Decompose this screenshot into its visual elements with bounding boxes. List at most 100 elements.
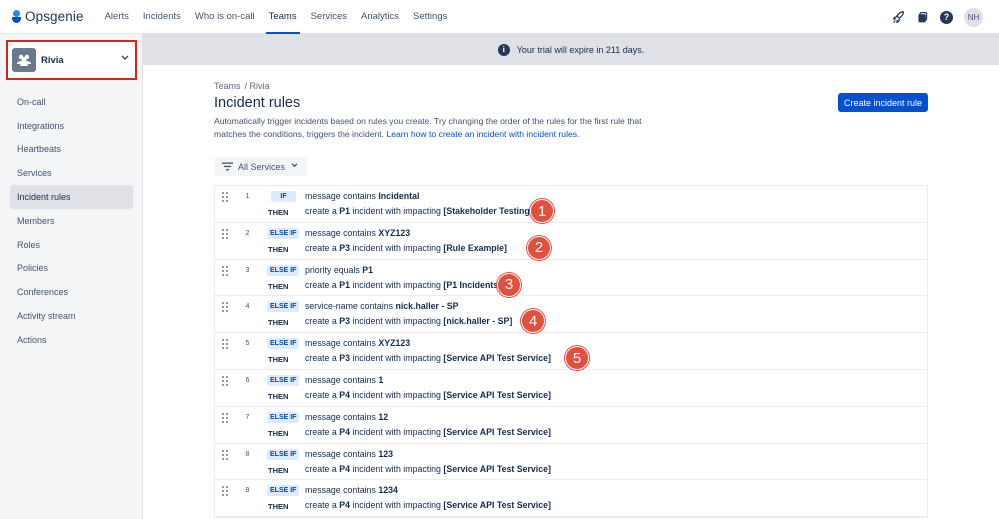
trial-banner: i Your trial will expire in 211 days. bbox=[143, 34, 999, 65]
rule-service: [Service API Test Service] bbox=[443, 426, 551, 437]
rule-action: create a P1 incident with impacting [P1 … bbox=[305, 280, 501, 290]
page-description: Automatically trigger incidents based on… bbox=[214, 115, 674, 140]
rule-row[interactable]: 2 ELSE IF THEN message contains XYZ123 creat… bbox=[215, 223, 927, 260]
rocket-icon[interactable] bbox=[892, 10, 905, 24]
rule-action-mid: incident with impacting bbox=[350, 353, 444, 364]
rule-condition: message contains 1234 bbox=[305, 485, 398, 495]
annotation-marker: 2 bbox=[527, 235, 551, 260]
rule-order-number: 5 bbox=[245, 340, 250, 348]
drag-handle-icon[interactable] bbox=[222, 412, 228, 423]
rule-priority: P3 bbox=[339, 242, 350, 253]
annotation-marker: 5 bbox=[565, 346, 589, 371]
nav-analytics[interactable]: Analytics bbox=[354, 0, 406, 34]
rule-condition: priority equals P1 bbox=[305, 265, 373, 275]
rule-condition: service-name contains nick.haller - SP bbox=[305, 301, 459, 311]
nav-incidents[interactable]: Incidents bbox=[136, 0, 188, 34]
sidebar-item-activity-stream[interactable]: Activity stream bbox=[10, 304, 133, 328]
rule-row[interactable]: 5 ELSE IF THEN message contains XYZ123 creat… bbox=[215, 333, 927, 371]
create-incident-rule-button[interactable]: Create incident rule bbox=[838, 93, 928, 112]
sidebar-item-on-call[interactable]: On-call bbox=[10, 90, 133, 114]
nav-settings[interactable]: Settings bbox=[406, 0, 454, 34]
sidebar-item-policies[interactable]: Policies bbox=[10, 257, 133, 281]
sidebar-item-integrations[interactable]: Integrations bbox=[10, 114, 133, 138]
rule-then-label: THEN bbox=[268, 355, 289, 365]
user-avatar[interactable]: NH bbox=[964, 7, 983, 27]
rule-order-number: 7 bbox=[245, 413, 250, 421]
learn-more-link[interactable]: Learn how to create an incident with inc… bbox=[386, 129, 579, 139]
drag-handle-icon[interactable] bbox=[222, 302, 228, 313]
team-icon bbox=[12, 48, 36, 72]
drag-handle-icon[interactable] bbox=[222, 339, 228, 350]
rule-condition-tag: IF bbox=[271, 191, 296, 202]
statuspage-icon[interactable] bbox=[916, 11, 929, 24]
sidebar-item-roles[interactable]: Roles bbox=[10, 233, 133, 257]
rule-priority: P1 bbox=[339, 279, 350, 290]
sidebar-item-actions[interactable]: Actions bbox=[10, 328, 133, 352]
rule-priority: P4 bbox=[339, 389, 350, 400]
drag-handle-icon[interactable] bbox=[222, 486, 228, 497]
rule-then-label: THEN bbox=[268, 208, 289, 217]
drag-handle-icon[interactable] bbox=[222, 228, 228, 239]
rule-then-label: THEN bbox=[268, 318, 289, 328]
breadcrumb: Teams / Rivia bbox=[214, 81, 270, 91]
rule-condition-prefix: message contains bbox=[305, 227, 379, 238]
breadcrumb-team[interactable]: / Rivia bbox=[245, 81, 270, 91]
rule-row[interactable]: 6 ELSE IF THEN message contains 1 create a P… bbox=[215, 370, 927, 407]
rule-condition: message contains 12 bbox=[305, 412, 388, 422]
rule-row[interactable]: 4 ELSE IF THEN service-name contains nick.h… bbox=[215, 296, 927, 334]
rule-action-prefix: create a bbox=[305, 279, 340, 290]
opsgenie-logo[interactable]: Opsgenie bbox=[12, 9, 84, 24]
rule-action-prefix: create a bbox=[305, 316, 340, 327]
rule-condition-value: nick.haller - SP bbox=[395, 301, 459, 312]
rule-action: create a P1 incident with impacting [Sta… bbox=[305, 206, 533, 216]
drag-handle-icon[interactable] bbox=[222, 265, 228, 276]
sidebar-item-heartbeats[interactable]: Heartbeats bbox=[10, 138, 133, 162]
rule-action-prefix: create a bbox=[305, 353, 340, 364]
rule-row[interactable]: 3 ELSE IF THEN priority equals P1 create a P… bbox=[215, 260, 927, 297]
chevron-down-icon bbox=[121, 54, 129, 63]
rule-action: create a P3 incident with impacting [nic… bbox=[305, 316, 512, 326]
rule-condition-prefix: service-name contains bbox=[305, 301, 396, 312]
app-name: Opsgenie bbox=[25, 9, 84, 24]
rule-then-label: THEN bbox=[268, 391, 289, 401]
rule-priority: P4 bbox=[339, 426, 350, 437]
rule-condition-tag: ELSE IF bbox=[267, 264, 300, 276]
drag-handle-icon[interactable] bbox=[222, 449, 228, 460]
sidebar-menu: On-call Integrations Heartbeats Services… bbox=[10, 90, 133, 352]
rule-row[interactable]: 8 ELSE IF THEN message contains 123 create a… bbox=[215, 444, 927, 481]
rule-order-number: 2 bbox=[245, 229, 250, 237]
rule-condition-tag: ELSE IF bbox=[267, 227, 300, 239]
rule-row[interactable]: 7 ELSE IF THEN message contains 12 create a … bbox=[215, 407, 927, 444]
help-icon[interactable]: ? bbox=[940, 10, 953, 24]
nav-alerts[interactable]: Alerts bbox=[98, 0, 136, 34]
service-filter-dropdown[interactable]: All Services bbox=[214, 157, 307, 176]
rule-row[interactable]: 1 IF THEN message contains Incidental create… bbox=[215, 186, 927, 223]
team-selector[interactable]: Rivia bbox=[6, 40, 137, 80]
rule-action: create a P4 incident with impacting [Ser… bbox=[305, 427, 551, 437]
rule-order-number: 9 bbox=[245, 487, 250, 495]
rule-row[interactable]: 9 ELSE IF THEN message contains 1234 create … bbox=[215, 480, 927, 518]
rule-condition-value: P1 bbox=[362, 264, 373, 275]
sidebar-item-conferences[interactable]: Conferences bbox=[10, 280, 133, 304]
rule-action-prefix: create a bbox=[305, 242, 340, 253]
sidebar-item-members[interactable]: Members bbox=[10, 209, 133, 233]
sidebar-item-incident-rules[interactable]: Incident rules bbox=[10, 185, 133, 209]
nav-who-is-on-call[interactable]: Who is on-call bbox=[188, 0, 262, 34]
annotation-marker: 3 bbox=[497, 272, 521, 297]
rule-service: [P1 Incidents] bbox=[443, 279, 502, 290]
rule-order-number: 4 bbox=[245, 303, 250, 311]
rule-action: create a P3 incident with impacting [Ser… bbox=[305, 353, 551, 363]
annotation-marker: 4 bbox=[521, 309, 545, 334]
rule-condition-value: Incidental bbox=[378, 191, 420, 201]
rule-service: [Service API Test Service] bbox=[443, 500, 551, 511]
nav-teams[interactable]: Teams bbox=[262, 0, 304, 34]
rule-action-mid: incident with impacting bbox=[350, 242, 444, 253]
drag-handle-icon[interactable] bbox=[222, 375, 228, 386]
sidebar-item-services[interactable]: Services bbox=[10, 161, 133, 185]
breadcrumb-teams[interactable]: Teams bbox=[214, 81, 241, 91]
rule-condition-prefix: message contains bbox=[305, 485, 379, 496]
drag-handle-icon[interactable] bbox=[222, 192, 228, 202]
rule-order-number: 8 bbox=[245, 450, 250, 458]
rule-then-label: THEN bbox=[268, 281, 289, 291]
nav-services[interactable]: Services bbox=[304, 0, 354, 34]
